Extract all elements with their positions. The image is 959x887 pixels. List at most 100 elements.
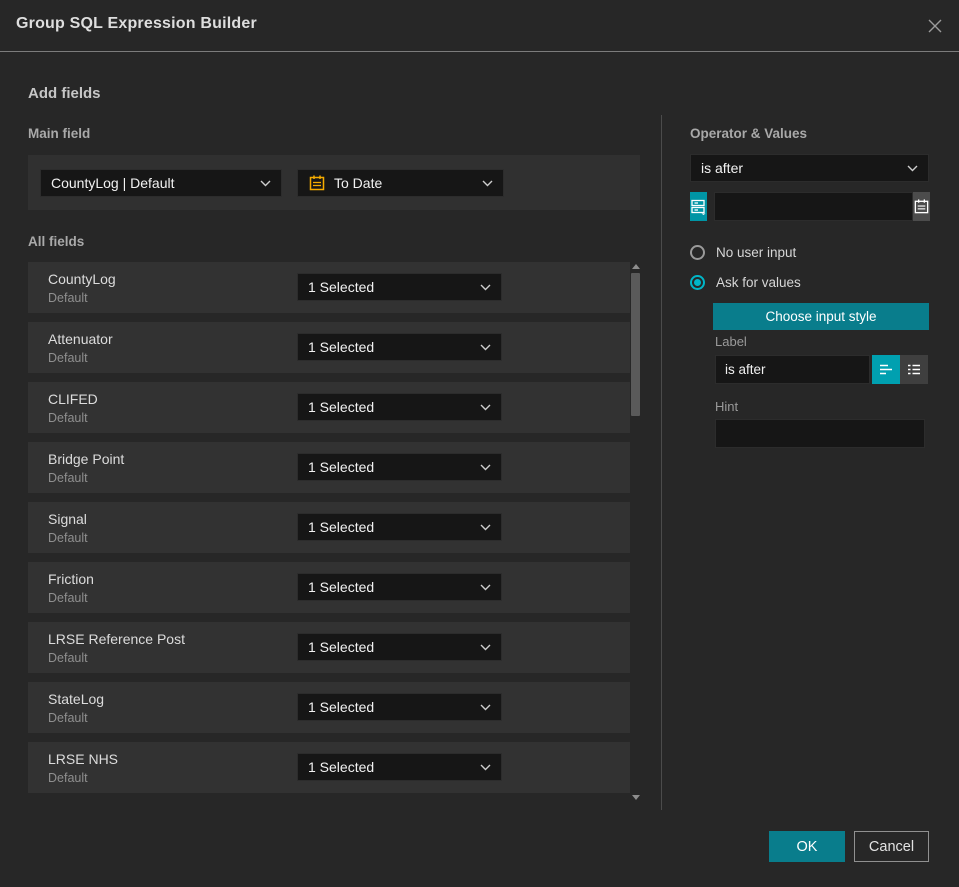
chevron-down-icon	[480, 398, 491, 416]
main-field-panel: CountyLog | Default To Date	[28, 155, 640, 210]
field-selection-value: 1 Selected	[308, 699, 375, 715]
date-field-select-value: To Date	[334, 174, 383, 191]
chevron-down-icon	[480, 638, 491, 656]
field-selection-select[interactable]: 1 Selected	[297, 393, 502, 421]
field-selection-select[interactable]: 1 Selected	[297, 753, 502, 781]
close-icon[interactable]	[925, 16, 945, 36]
field-name: Attenuator	[48, 331, 113, 347]
field-row: LRSE NHS Default 1 Selected	[28, 742, 630, 793]
operator-select[interactable]: is after	[690, 154, 929, 182]
align-left-icon	[879, 364, 892, 375]
field-name: CountyLog	[48, 271, 116, 287]
choose-input-style-button[interactable]: Choose input style	[713, 303, 929, 330]
list-scrollbar[interactable]	[630, 262, 642, 802]
field-selection-value: 1 Selected	[308, 759, 375, 775]
field-row: Signal Default 1 Selected	[28, 502, 630, 553]
field-name: Bridge Point	[48, 451, 125, 467]
field-name: LRSE Reference Post	[48, 631, 185, 647]
field-row: CLIFED Default 1 Selected	[28, 382, 630, 433]
field-selection-value: 1 Selected	[308, 339, 375, 355]
field-row: StateLog Default 1 Selected	[28, 682, 630, 733]
value-input[interactable]	[714, 192, 913, 221]
add-fields-heading: Add fields	[28, 85, 101, 102]
radio-ask-for-values[interactable]: Ask for values	[690, 275, 801, 290]
field-type: Default	[48, 591, 88, 605]
field-row: CountyLog Default 1 Selected	[28, 262, 630, 313]
field-selection-value: 1 Selected	[308, 459, 375, 475]
all-fields-label: All fields	[28, 234, 85, 249]
field-name: Friction	[48, 571, 94, 587]
field-selection-select[interactable]: 1 Selected	[297, 513, 502, 541]
field-type: Default	[48, 411, 88, 425]
field-selection-select[interactable]: 1 Selected	[297, 273, 502, 301]
chevron-down-icon	[480, 278, 491, 296]
operator-select-value: is after	[701, 160, 744, 176]
chevron-down-icon	[907, 159, 918, 177]
field-name: StateLog	[48, 691, 105, 707]
main-field-select-value: CountyLog | Default	[51, 174, 175, 191]
group-sql-expression-builder-dialog: Group SQL Expression Builder Add fields …	[0, 0, 959, 887]
radio-no-user-input-label: No user input	[716, 245, 797, 260]
field-name: Signal	[48, 511, 87, 527]
field-selection-select[interactable]: 1 Selected	[297, 633, 502, 661]
field-selection-select[interactable]: 1 Selected	[297, 333, 502, 361]
field-selection-value: 1 Selected	[308, 519, 375, 535]
calendar-icon	[914, 199, 929, 214]
field-selection-select[interactable]: 1 Selected	[297, 573, 502, 601]
chevron-down-icon	[480, 458, 491, 476]
field-type: Default	[48, 531, 88, 545]
radio-selected-icon[interactable]	[690, 275, 705, 290]
value-source-button[interactable]	[690, 192, 707, 221]
field-type: Default	[48, 471, 88, 485]
chevron-down-icon	[480, 758, 491, 776]
chevron-down-icon	[482, 174, 493, 192]
radio-ask-for-values-label: Ask for values	[716, 275, 801, 290]
chevron-down-icon	[260, 174, 271, 192]
field-type: Default	[48, 351, 88, 365]
list-input-style-button[interactable]	[900, 355, 928, 384]
operator-values-heading: Operator & Values	[690, 126, 808, 141]
label-input[interactable]	[715, 355, 870, 384]
label-field-label: Label	[715, 334, 747, 349]
field-selection-value: 1 Selected	[308, 579, 375, 595]
cancel-button[interactable]: Cancel	[854, 831, 929, 862]
all-fields-list: CountyLog Default 1 Selected Attenuator …	[28, 262, 630, 802]
radio-icon[interactable]	[690, 245, 705, 260]
field-type: Default	[48, 711, 88, 725]
value-input-row	[690, 192, 930, 221]
calendar-icon	[308, 174, 326, 192]
field-row: Friction Default 1 Selected	[28, 562, 630, 613]
dialog-header: Group SQL Expression Builder	[0, 0, 959, 52]
field-type: Default	[48, 771, 88, 785]
field-row: LRSE Reference Post Default 1 Selected	[28, 622, 630, 673]
date-field-select[interactable]: To Date	[297, 168, 504, 197]
field-selection-select[interactable]: 1 Selected	[297, 453, 502, 481]
scroll-up-arrow-icon[interactable]	[632, 264, 640, 269]
scrollbar-thumb[interactable]	[631, 273, 640, 416]
value-calendar-button[interactable]	[913, 192, 930, 221]
field-selection-value: 1 Selected	[308, 279, 375, 295]
label-input-row	[715, 355, 929, 384]
field-name: LRSE NHS	[48, 751, 119, 767]
field-type: Default	[48, 651, 88, 665]
vertical-divider	[661, 115, 662, 810]
chevron-down-icon	[480, 518, 491, 536]
chevron-down-icon	[480, 698, 491, 716]
scroll-down-arrow-icon[interactable]	[632, 795, 640, 800]
chevron-down-icon	[480, 578, 491, 596]
field-selection-value: 1 Selected	[308, 639, 375, 655]
hint-input[interactable]	[715, 419, 925, 448]
chevron-down-icon	[480, 338, 491, 356]
ok-button[interactable]: OK	[769, 831, 845, 862]
list-icon	[907, 364, 920, 375]
radio-no-user-input[interactable]: No user input	[690, 245, 796, 260]
text-input-style-button[interactable]	[872, 355, 900, 384]
hint-field-label: Hint	[715, 399, 739, 414]
field-row: Bridge Point Default 1 Selected	[28, 442, 630, 493]
dialog-title: Group SQL Expression Builder	[16, 15, 257, 32]
field-name: CLIFED	[48, 391, 98, 407]
main-field-select[interactable]: CountyLog | Default	[40, 168, 282, 197]
field-type: Default	[48, 291, 88, 305]
field-selection-select[interactable]: 1 Selected	[297, 693, 502, 721]
main-field-label: Main field	[28, 126, 91, 141]
